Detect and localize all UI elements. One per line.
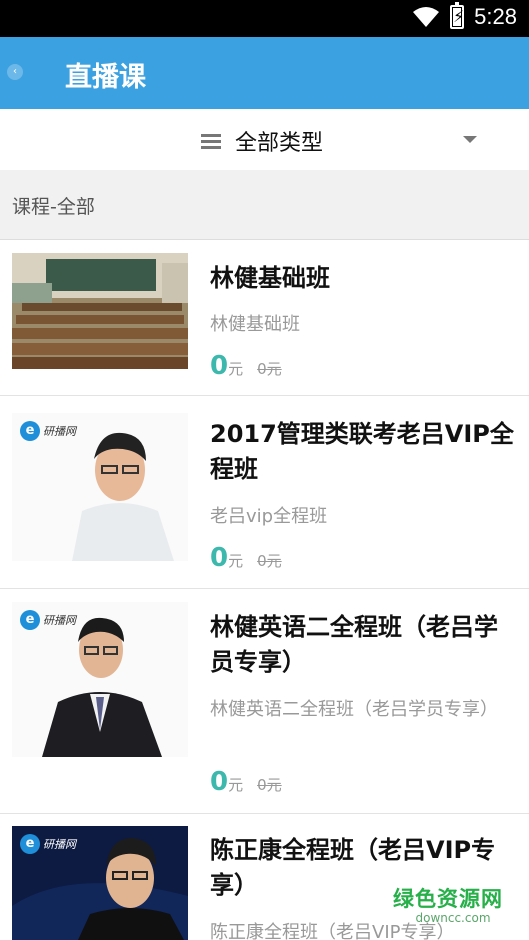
section-header: 课程-全部 [0,170,529,240]
clock: 5:28 [474,4,517,29]
brand-icon: e [20,610,40,630]
brand-icon: e [20,421,40,441]
course-subtitle: 老吕vip全程班 [210,506,328,527]
course-subtitle: 林健英语二全程班（老吕学员专享） [210,699,498,720]
price-value: 0 [210,351,229,381]
app-bar: ‹ 直播课 [0,37,529,109]
brand-logo: e 研播网 [20,610,76,630]
watermark: 绿色资源网 downcc.com [393,883,513,925]
course-price: 0元 0元 [210,767,282,797]
status-bar: ⚡ 5:28 [0,0,529,37]
category-filter[interactable]: 全部类型 [0,109,529,170]
course-price: 0元 0元 [210,351,282,381]
price-unit: 元 [228,776,244,794]
list-item[interactable]: e 研播网 2017管理类联考老吕VIP全程班 老吕vip全程班 0元 0元 [0,397,529,589]
original-price: 0元 [257,360,282,378]
course-title: 林健基础班 [210,264,330,292]
original-price: 0元 [257,776,282,794]
battery-icon: ⚡ [450,2,464,29]
course-thumbnail: e 研播网 [12,826,188,940]
watermark-title: 绿色资源网 [393,887,503,911]
chevron-down-icon [463,136,477,143]
brand-icon: e [20,834,40,854]
course-price: 0元 0元 [210,543,282,573]
list-icon [201,134,221,150]
course-subtitle: 林健基础班 [210,314,300,335]
category-filter-label: 全部类型 [235,131,324,156]
brand-logo: e 研播网 [20,421,76,441]
back-icon[interactable]: ‹ [7,64,23,80]
page-title: 直播课 [65,62,146,93]
price-value: 0 [210,767,229,797]
course-thumbnail: e 研播网 [12,413,188,561]
price-value: 0 [210,543,229,573]
brand-logo: e 研播网 [20,834,76,854]
price-unit: 元 [228,360,244,378]
section-label: 课程-全部 [12,196,95,218]
wifi-icon [413,7,440,27]
watermark-domain: downcc.com [415,911,491,925]
course-title: 林健英语二全程班（老吕学员专享） [210,613,498,676]
list-item[interactable]: e 研播网 林健英语二全程班（老吕学员专享） 林健英语二全程班（老吕学员专享） 0… [0,590,529,814]
course-title: 2017管理类联考老吕VIP全程班 [210,420,514,483]
price-unit: 元 [228,552,244,570]
course-thumbnail: e 研播网 [12,602,188,757]
original-price: 0元 [257,552,282,570]
list-item[interactable]: 林健基础班 林健基础班 0元 0元 [0,241,529,396]
course-thumbnail [12,253,188,369]
